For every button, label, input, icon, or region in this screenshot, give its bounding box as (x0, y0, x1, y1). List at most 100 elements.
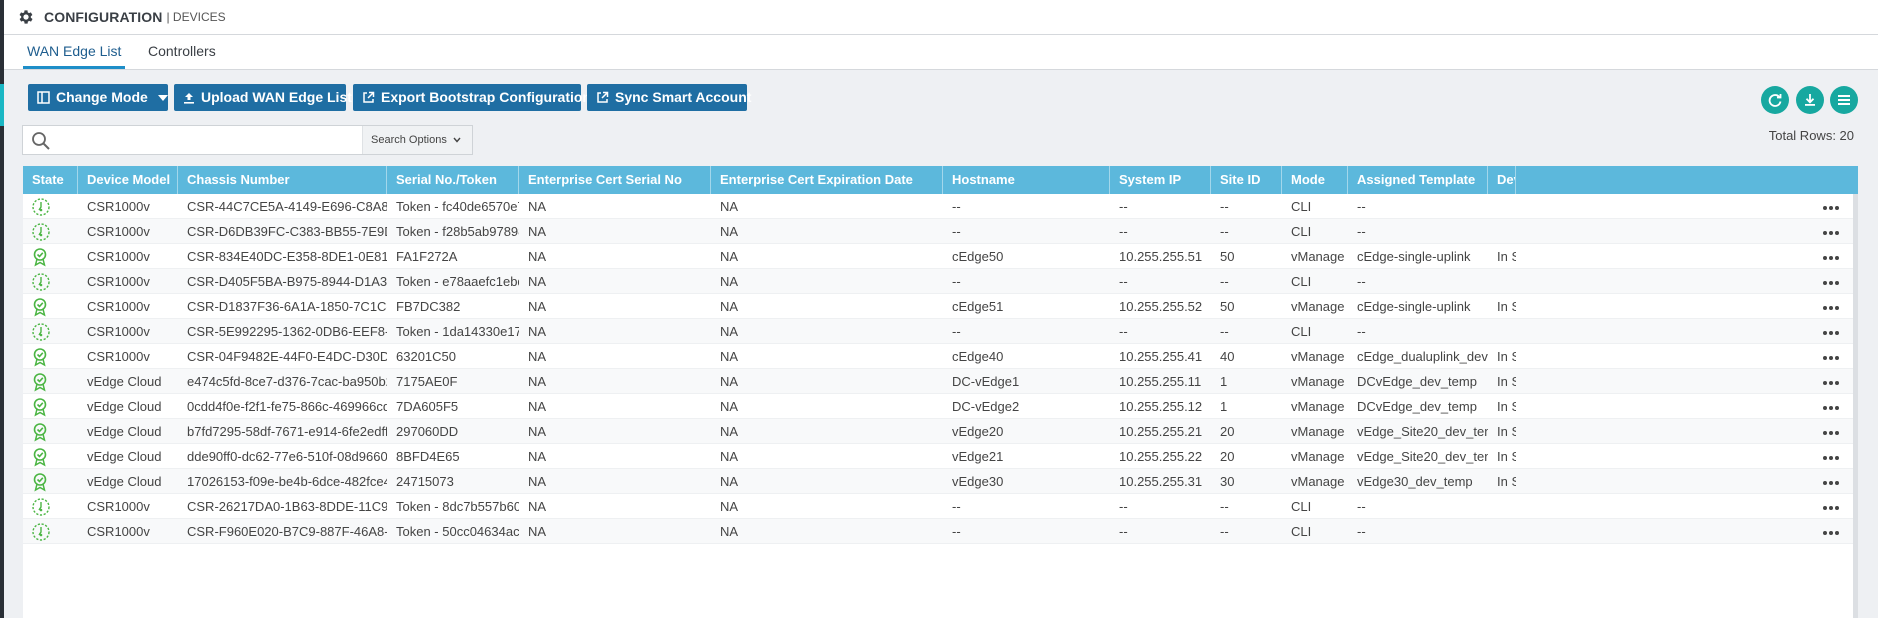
row-actions-more-icon[interactable] (1823, 231, 1841, 237)
cell-serial-token: Token - e78aaefc1ebd2... (396, 274, 519, 289)
cell-enterprise-cert-serial: NA (528, 224, 547, 239)
column-header-enterprise-cert-expiration[interactable]: Enterprise Cert Expiration Date (711, 166, 943, 194)
change-mode-button[interactable]: Change Mode (28, 84, 168, 111)
cell-enterprise-cert-expiration: NA (720, 424, 739, 439)
export-bootstrap-configuration-button[interactable]: Export Bootstrap Configuration (353, 84, 591, 111)
row-actions-more-icon[interactable] (1823, 256, 1841, 262)
row-actions-more-icon[interactable] (1823, 381, 1841, 387)
table-row[interactable]: vEdge Cloud 0cdd4f0e-f2f1-fe75-866c-46996… (23, 394, 1858, 419)
cell-chassis-number: e474c5fd-8ce7-d376-7cac-ba950b2c91... (187, 374, 387, 389)
row-actions-more-icon[interactable] (1823, 206, 1841, 212)
dot (1823, 256, 1827, 260)
cell-device-status: In S (1497, 399, 1516, 414)
sync-smart-account-button[interactable]: Sync Smart Account (587, 84, 751, 111)
tab-bar: WAN Edge List Controllers (4, 35, 1878, 70)
row-actions-more-icon[interactable] (1823, 481, 1841, 487)
column-header-hostname[interactable]: Hostname (943, 166, 1110, 194)
cell-site-id: 20 (1220, 424, 1235, 439)
table-row[interactable]: CSR1000v CSR-5E992295-1362-0DB6-EEF8-25CC… (23, 319, 1858, 344)
row-actions-more-icon[interactable] (1823, 356, 1841, 362)
cell-system-ip: 10.255.255.41 (1119, 349, 1203, 364)
table-row[interactable]: CSR1000v CSR-04F9482E-44F0-E4DC-D30D-60C0… (23, 344, 1858, 369)
table-row[interactable]: vEdge Cloud e474c5fd-8ce7-d376-7cac-ba950… (23, 369, 1858, 394)
cell-chassis-number: CSR-D6DB39FC-C383-BB55-7E9D-7CD... (187, 224, 387, 239)
chevron-down-icon (453, 137, 461, 143)
column-header-chassis-number[interactable]: Chassis Number (178, 166, 387, 194)
table-row[interactable]: CSR1000v CSR-D1837F36-6A1A-1850-7C1C-E1C6… (23, 294, 1858, 319)
certificate-pending-icon (31, 322, 51, 342)
cell-system-ip: -- (1119, 199, 1128, 214)
download-button[interactable] (1796, 86, 1824, 114)
dot (1823, 331, 1827, 335)
column-header-enterprise-cert-serial[interactable]: Enterprise Cert Serial No (519, 166, 711, 194)
column-header-assigned-template[interactable]: Assigned Template (1348, 166, 1488, 194)
cell-site-id: 1 (1220, 399, 1228, 414)
column-header-mode[interactable]: Mode (1282, 166, 1348, 194)
cell-device-model: CSR1000v (87, 299, 150, 314)
export-bootstrap-configuration-label: Export Bootstrap Configuration (381, 89, 591, 105)
cell-chassis-number: CSR-5E992295-1362-0DB6-EEF8-25CC... (187, 324, 387, 339)
column-header-device-status[interactable]: Dev (1488, 166, 1516, 194)
dot (1835, 306, 1839, 310)
cell-mode: vManage (1291, 449, 1345, 464)
cell-device-model: CSR1000v (87, 524, 150, 539)
row-actions-more-icon[interactable] (1823, 306, 1841, 312)
table-row[interactable]: vEdge Cloud 17026153-f09e-be4b-6dce-482fc… (23, 469, 1858, 494)
certificate-pending-icon (31, 522, 51, 542)
column-header-site-id[interactable]: Site ID (1211, 166, 1282, 194)
dot (1823, 481, 1827, 485)
certificate-installed-icon (31, 447, 51, 467)
cell-system-ip: -- (1119, 324, 1128, 339)
cell-enterprise-cert-serial: NA (528, 299, 547, 314)
table-row[interactable]: vEdge Cloud b7fd7295-58df-7671-e914-6fe2e… (23, 419, 1858, 444)
column-header-state[interactable]: State (23, 166, 78, 194)
row-actions-more-icon[interactable] (1823, 431, 1841, 437)
tab-controllers[interactable]: Controllers (148, 35, 216, 69)
dot (1829, 431, 1833, 435)
search-icon (31, 131, 51, 156)
cell-serial-token: FB7DC382 (396, 299, 461, 314)
column-header-serial-token[interactable]: Serial No./Token (387, 166, 519, 194)
cell-chassis-number: CSR-F960E020-B7C9-887F-46A8-F4537... (187, 524, 387, 539)
cell-serial-token: 297060DD (396, 424, 459, 439)
search-input[interactable] (57, 130, 381, 152)
cell-system-ip: 10.255.255.22 (1119, 449, 1203, 464)
refresh-button[interactable] (1761, 86, 1789, 114)
cell-enterprise-cert-expiration: NA (720, 374, 739, 389)
table-row[interactable]: vEdge Cloud dde90ff0-dc62-77e6-510f-08d96… (23, 444, 1858, 469)
row-actions-more-icon[interactable] (1823, 531, 1841, 537)
column-header-device-model[interactable]: Device Model (78, 166, 178, 194)
table-row[interactable]: CSR1000v CSR-D405F5BA-B975-8944-D1A3-2E08… (23, 269, 1858, 294)
table-row[interactable]: CSR1000v CSR-26217DA0-1B63-8DDE-11C9-125F… (23, 494, 1858, 519)
dot (1823, 306, 1827, 310)
cell-serial-token: FA1F272A (396, 249, 458, 264)
change-mode-label: Change Mode (56, 89, 148, 105)
vertical-scrollbar[interactable] (1853, 194, 1858, 618)
table-row[interactable]: CSR1000v CSR-D6DB39FC-C383-BB55-7E9D-7CD.… (23, 219, 1858, 244)
cell-assigned-template: vEdge_Site20_dev_temp (1357, 449, 1488, 464)
table-settings-button[interactable] (1830, 86, 1858, 114)
row-actions-more-icon[interactable] (1823, 456, 1841, 462)
table-row[interactable]: CSR1000v CSR-834E40DC-E358-8DE1-0E81-76E5… (23, 244, 1858, 269)
column-header-system-ip[interactable]: System IP (1110, 166, 1211, 194)
row-actions-more-icon[interactable] (1823, 331, 1841, 337)
search-options-dropdown[interactable]: Search Options (362, 126, 472, 154)
row-actions-more-icon[interactable] (1823, 406, 1841, 412)
cell-serial-token: 63201C50 (396, 349, 456, 364)
total-rows-count: Total Rows: 20 (1768, 128, 1854, 143)
upload-icon (183, 91, 195, 104)
table-row[interactable]: CSR1000v CSR-F960E020-B7C9-887F-46A8-F453… (23, 519, 1858, 544)
dot (1829, 331, 1833, 335)
tab-wan-edge-list[interactable]: WAN Edge List (22, 35, 126, 69)
cell-chassis-number: CSR-D1837F36-6A1A-1850-7C1C-E1C6... (187, 299, 387, 314)
row-actions-more-icon[interactable] (1823, 281, 1841, 287)
upload-wan-edge-list-button[interactable]: Upload WAN Edge List (174, 84, 352, 111)
cell-system-ip: 10.255.255.51 (1119, 249, 1203, 264)
dot (1829, 356, 1833, 360)
row-actions-more-icon[interactable] (1823, 506, 1841, 512)
gear-icon (16, 7, 36, 27)
cell-chassis-number: CSR-D405F5BA-B975-8944-D1A3-2E08... (187, 274, 387, 289)
cell-system-ip: 10.255.255.52 (1119, 299, 1203, 314)
table-row[interactable]: CSR1000v CSR-44C7CE5A-4149-E696-C8A8-415C… (23, 194, 1858, 219)
certificate-installed-icon (31, 422, 51, 442)
